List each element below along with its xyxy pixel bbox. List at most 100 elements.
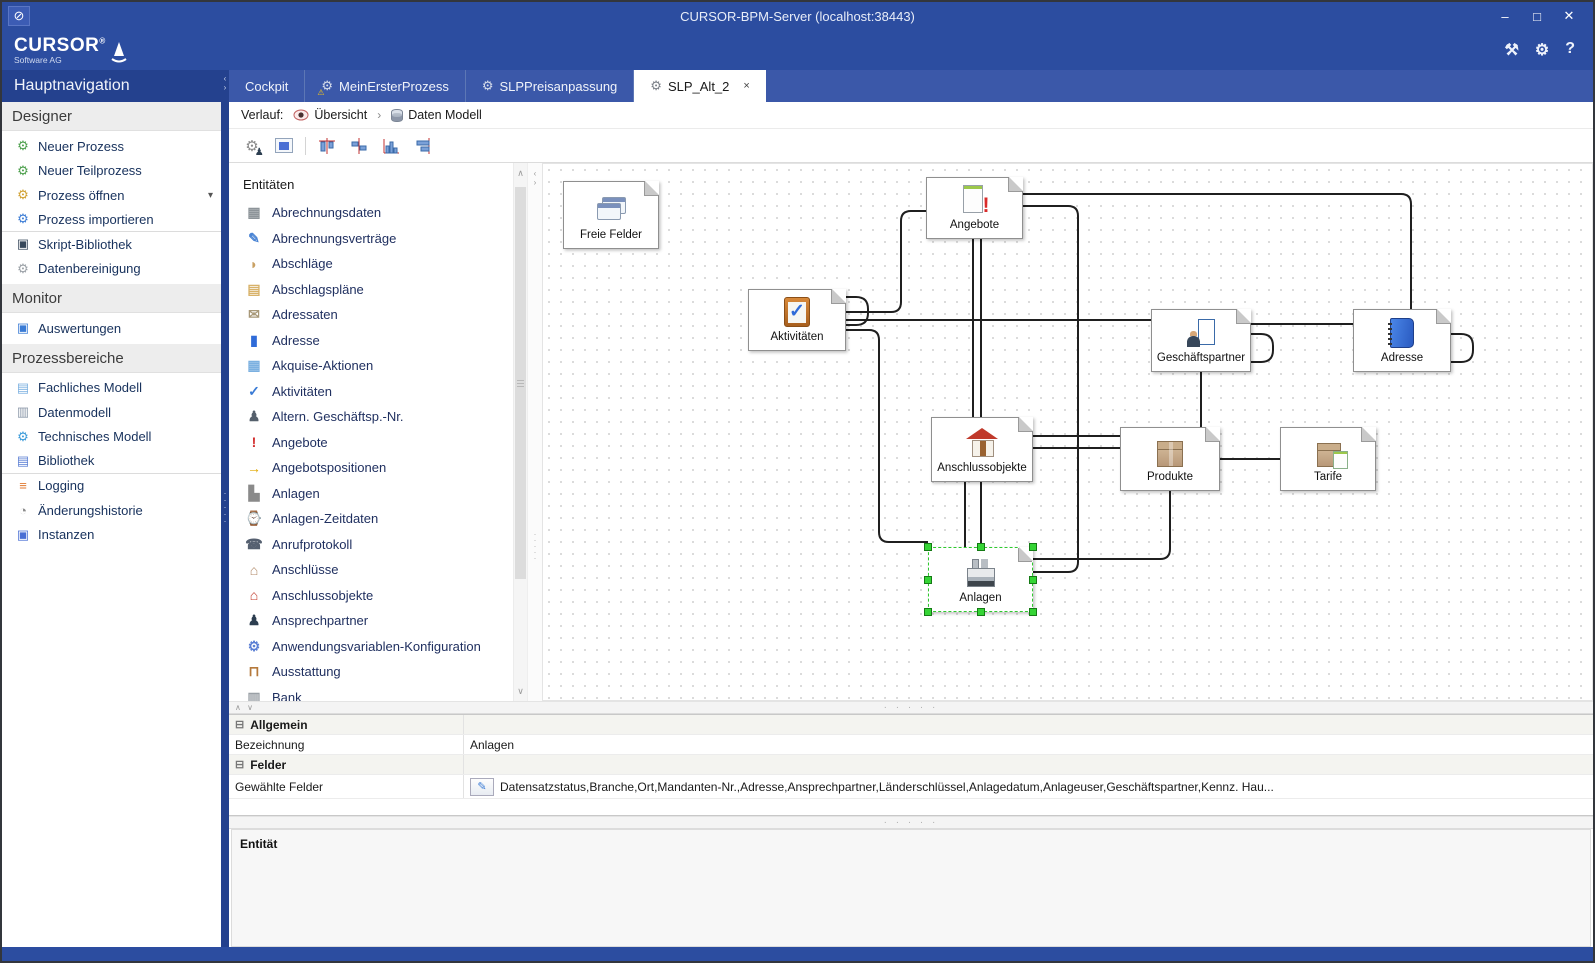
sidebar-item-änderungshistorie[interactable]: ◔ Änderungshistorie <box>2 498 221 523</box>
sidebar-item-auswertungen[interactable]: ▣ Auswertungen <box>2 316 221 341</box>
chevron-down-icon[interactable]: ▾ <box>208 190 213 201</box>
entity-item-abrechnungsverträge[interactable]: ✎ Abrechnungsverträge <box>243 226 513 252</box>
splitter-grip[interactable]: · · · · · <box>229 702 1593 713</box>
entity-item-angebote[interactable]: ! Angebote <box>243 430 513 456</box>
connection-line[interactable] <box>846 330 928 542</box>
node-produkte[interactable]: Produkte <box>1120 427 1220 491</box>
entity-item-anschlussobjekte[interactable]: ⌂ Anschlussobjekte <box>243 583 513 609</box>
help-icon[interactable]: ? <box>1565 40 1575 60</box>
entity-item-anrufprotokoll[interactable]: ☎ Anrufprotokoll <box>243 532 513 558</box>
selection-handle[interactable] <box>1029 608 1037 616</box>
sidebar-item-neuer-teilprozess[interactable]: ⚙ Neuer Teilprozess <box>2 159 221 184</box>
edit-button[interactable]: ✎ <box>470 778 494 796</box>
sidebar-item-neuer-prozess[interactable]: ⚙ Neuer Prozess <box>2 134 221 159</box>
selection-handle[interactable] <box>1029 543 1037 551</box>
entity-item-anwendungsvariablen-konfiguration[interactable]: ⚙ Anwendungsvariablen-Konfiguration <box>243 634 513 660</box>
scroll-up-icon[interactable]: ∧ <box>514 165 527 181</box>
horizontal-splitter-2[interactable]: · · · · · <box>229 816 1593 829</box>
selection-handle[interactable] <box>924 576 932 584</box>
statistics-button[interactable] <box>378 134 404 158</box>
selection-handle[interactable] <box>1029 576 1037 584</box>
entity-list-scrollbar[interactable]: ∧ ∨ <box>513 163 527 701</box>
scrollbar-thumb[interactable] <box>515 187 526 579</box>
connection-line[interactable] <box>1023 194 1411 309</box>
sidebar-item-datenbereinigung[interactable]: ⚙ Datenbereinigung <box>2 257 221 282</box>
splitter-grip[interactable]: · · · · · <box>229 817 1593 828</box>
sidebar-item-datenmodell[interactable]: ▥ Datenmodell <box>2 400 221 425</box>
tab-cockpit[interactable]: Cockpit <box>229 70 305 102</box>
node-geschaeftspartner[interactable]: Geschäftspartner <box>1151 309 1251 372</box>
node-anschlussobjekte[interactable]: Anschlussobjekte <box>931 417 1033 482</box>
breadcrumb-item-uebersicht[interactable]: Übersicht <box>293 108 367 122</box>
splitter-grip[interactable]: ····· <box>221 490 229 525</box>
sidebar-item-logging[interactable]: ≡ Logging <box>2 474 221 499</box>
selection-handle[interactable] <box>924 543 932 551</box>
property-value[interactable]: ✎ Datensatzstatus,Branche,Ort,Mandanten-… <box>464 775 1593 798</box>
minimize-button[interactable]: – <box>1491 6 1519 26</box>
sidebar-item-instanzen[interactable]: ▣ Instanzen <box>2 523 221 548</box>
selection-handle[interactable] <box>924 608 932 616</box>
sidebar-item-skript-bibliothek[interactable]: ▣ Skript-Bibliothek <box>2 232 221 257</box>
sidebar-item-fachliches-modell[interactable]: ▤ Fachliches Modell <box>2 376 221 401</box>
tools-icon[interactable]: ⚒ <box>1505 40 1519 60</box>
node-adresse[interactable]: Adresse <box>1353 309 1451 372</box>
entity-item-ausstattung[interactable]: ⊓ Ausstattung <box>243 659 513 685</box>
panel-collapse-icon[interactable]: ‹› <box>528 169 542 187</box>
align-middle-button[interactable] <box>346 134 372 158</box>
process-settings-icon[interactable]: ⚙ <box>1535 40 1549 60</box>
entity-item-ansprechpartner[interactable]: ♟ Ansprechpartner <box>243 608 513 634</box>
maximize-button[interactable]: □ <box>1523 6 1551 26</box>
property-value[interactable]: Anlagen <box>464 735 1593 754</box>
diagram-canvas[interactable]: Freie Felder Angebote Aktivitäten Geschä… <box>542 163 1593 701</box>
entity-item-angebotspositionen[interactable]: → Angebotspositionen <box>243 455 513 481</box>
collapse-icon[interactable]: ⊟ <box>235 718 244 731</box>
align-top-button[interactable] <box>314 134 340 158</box>
entity-item-bank[interactable]: ▥ Bank <box>243 685 513 702</box>
export-image-button[interactable] <box>271 134 297 158</box>
entity-item-abrechnungsdaten[interactable]: ▦ Abrechnungsdaten <box>243 200 513 226</box>
align-right-button[interactable] <box>410 134 436 158</box>
sidebar-splitter[interactable]: ‹› ····· <box>221 70 229 947</box>
splitter-grip[interactable]: ····· <box>528 531 542 561</box>
tab-close-icon[interactable]: × <box>743 80 749 92</box>
sidebar-item-bibliothek[interactable]: ▤ Bibliothek <box>2 449 221 474</box>
sidebar-item-prozess-importieren[interactable]: ⚙ Prozess importieren <box>2 208 221 233</box>
process-properties-button[interactable]: ⚙ <box>239 134 265 158</box>
tab-slppreisanpassung[interactable]: ⚙ SLPPreisanpassung <box>466 70 634 102</box>
property-group-allgemein[interactable]: ⊟Allgemein <box>229 715 1593 735</box>
property-group-felder[interactable]: ⊟Felder <box>229 755 1593 775</box>
entity-item-altern-geschäftsp-nr[interactable]: ♟ Altern. Geschäftsp.-Nr. <box>243 404 513 430</box>
node-tarife[interactable]: Tarife <box>1280 427 1376 491</box>
selection-handle[interactable] <box>977 543 985 551</box>
entity-item-adresse[interactable]: ▮ Adresse <box>243 328 513 354</box>
breadcrumb-item-daten-modell[interactable]: Daten Modell <box>391 108 482 122</box>
sidebar-item-technisches-modell[interactable]: ⚙ Technisches Modell <box>2 425 221 450</box>
entity-item-abschläge[interactable]: ◗ Abschläge <box>243 251 513 277</box>
sidebar-item-prozess-öffnen[interactable]: ⚙ Prozess öffnen ▾ <box>2 183 221 208</box>
tab-meinersterprozess[interactable]: ⚙ ⚠ MeinErsterProzess <box>305 70 465 102</box>
horizontal-splitter[interactable]: ∧ ∨ · · · · · <box>229 701 1593 714</box>
entity-item-anschlüsse[interactable]: ⌂ Anschlüsse <box>243 557 513 583</box>
entity-item-aktivitäten[interactable]: ✓ Aktivitäten <box>243 379 513 405</box>
node-anlagen[interactable]: Anlagen <box>928 547 1033 612</box>
connection-line[interactable] <box>1023 206 1078 572</box>
collapse-icon[interactable]: ⊟ <box>235 758 244 771</box>
entity-item-abschlagspläne[interactable]: ▤ Abschlagspläne <box>243 277 513 303</box>
nav-item-icon: ⚙ <box>14 429 32 445</box>
connection-line[interactable] <box>1451 334 1473 362</box>
tab-slp-alt-2[interactable]: ⚙ SLP_Alt_2 × <box>634 70 766 102</box>
close-button[interactable]: ✕ <box>1555 6 1583 26</box>
scroll-down-icon[interactable]: ∨ <box>514 683 527 699</box>
connection-line[interactable] <box>1033 491 1170 559</box>
entity-item-adressaten[interactable]: ✉ Adressaten <box>243 302 513 328</box>
entity-item-anlagen-zeitdaten[interactable]: ⌚ Anlagen-Zeitdaten <box>243 506 513 532</box>
canvas-splitter[interactable]: ‹› ····· <box>527 163 542 701</box>
entity-item-akquise-aktionen[interactable]: ▦ Akquise-Aktionen <box>243 353 513 379</box>
sidebar-collapse-icon[interactable]: ‹› <box>221 74 229 92</box>
connection-line[interactable] <box>1251 334 1273 362</box>
selection-handle[interactable] <box>977 608 985 616</box>
node-aktivitaeten[interactable]: Aktivitäten <box>748 289 846 351</box>
entity-item-anlagen[interactable]: ▙ Anlagen <box>243 481 513 507</box>
node-angebote[interactable]: Angebote <box>926 177 1023 239</box>
node-freie-felder[interactable]: Freie Felder <box>563 181 659 249</box>
